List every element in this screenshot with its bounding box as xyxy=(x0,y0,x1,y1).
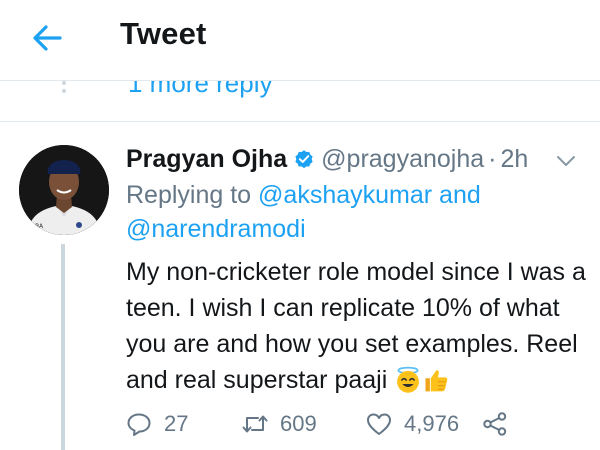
share-icon xyxy=(483,412,507,436)
tweet-text: My non-cricketer role model since I was … xyxy=(126,258,586,394)
avatar[interactable]: ARA xyxy=(19,145,109,235)
thread-dots-icon xyxy=(61,81,67,97)
user-handle[interactable]: @pragyanojha xyxy=(321,145,484,174)
share-button[interactable] xyxy=(482,406,508,442)
reply-count: 27 xyxy=(164,411,189,436)
verified-badge-icon xyxy=(295,150,313,169)
retweet-count: 609 xyxy=(280,411,317,436)
like-button[interactable]: 4,976 xyxy=(366,406,459,442)
replying-to: Replying to @akshaykumar and @narendramo… xyxy=(126,178,586,246)
tweet-body: My non-cricketer role model since I was … xyxy=(126,254,596,398)
display-name[interactable]: Pragyan Ojha xyxy=(126,145,287,174)
tweet-menu-button[interactable] xyxy=(552,150,580,172)
reply-icon xyxy=(127,413,151,436)
thumbs-up-icon xyxy=(425,370,448,392)
page-title: Tweet xyxy=(120,16,207,51)
thread-line xyxy=(61,244,65,450)
arrow-left-icon xyxy=(33,25,62,51)
chevron-down-icon xyxy=(557,156,575,166)
retweet-icon xyxy=(242,415,268,433)
tweet-actions: 27 609 4,976 xyxy=(126,406,596,442)
replying-prefix: Replying to xyxy=(126,181,252,209)
more-replies-link[interactable]: 1 more reply xyxy=(0,81,600,121)
mention-conjunction: and xyxy=(439,181,481,209)
profile-photo: ARA xyxy=(19,145,109,235)
tweet-header: Pragyan Ojha @pragyanojha · 2h xyxy=(126,142,528,176)
back-button[interactable] xyxy=(24,18,68,58)
top-bar: Tweet xyxy=(0,0,600,80)
dot-separator: · xyxy=(488,144,497,173)
mention-narendramodi[interactable]: @narendramodi xyxy=(126,215,306,243)
mention-akshaykumar[interactable]: @akshaykumar xyxy=(258,181,432,209)
heart-icon xyxy=(367,413,391,435)
reply-button[interactable]: 27 xyxy=(126,406,188,442)
timestamp[interactable]: 2h xyxy=(501,145,529,174)
retweet-button[interactable]: 609 xyxy=(242,406,317,442)
section-divider xyxy=(0,121,600,122)
more-replies-label[interactable]: 1 more reply xyxy=(128,81,273,99)
svg-text:ARA: ARA xyxy=(31,223,44,230)
smiling-face-with-halo-icon xyxy=(397,366,420,393)
like-count: 4,976 xyxy=(404,411,460,436)
